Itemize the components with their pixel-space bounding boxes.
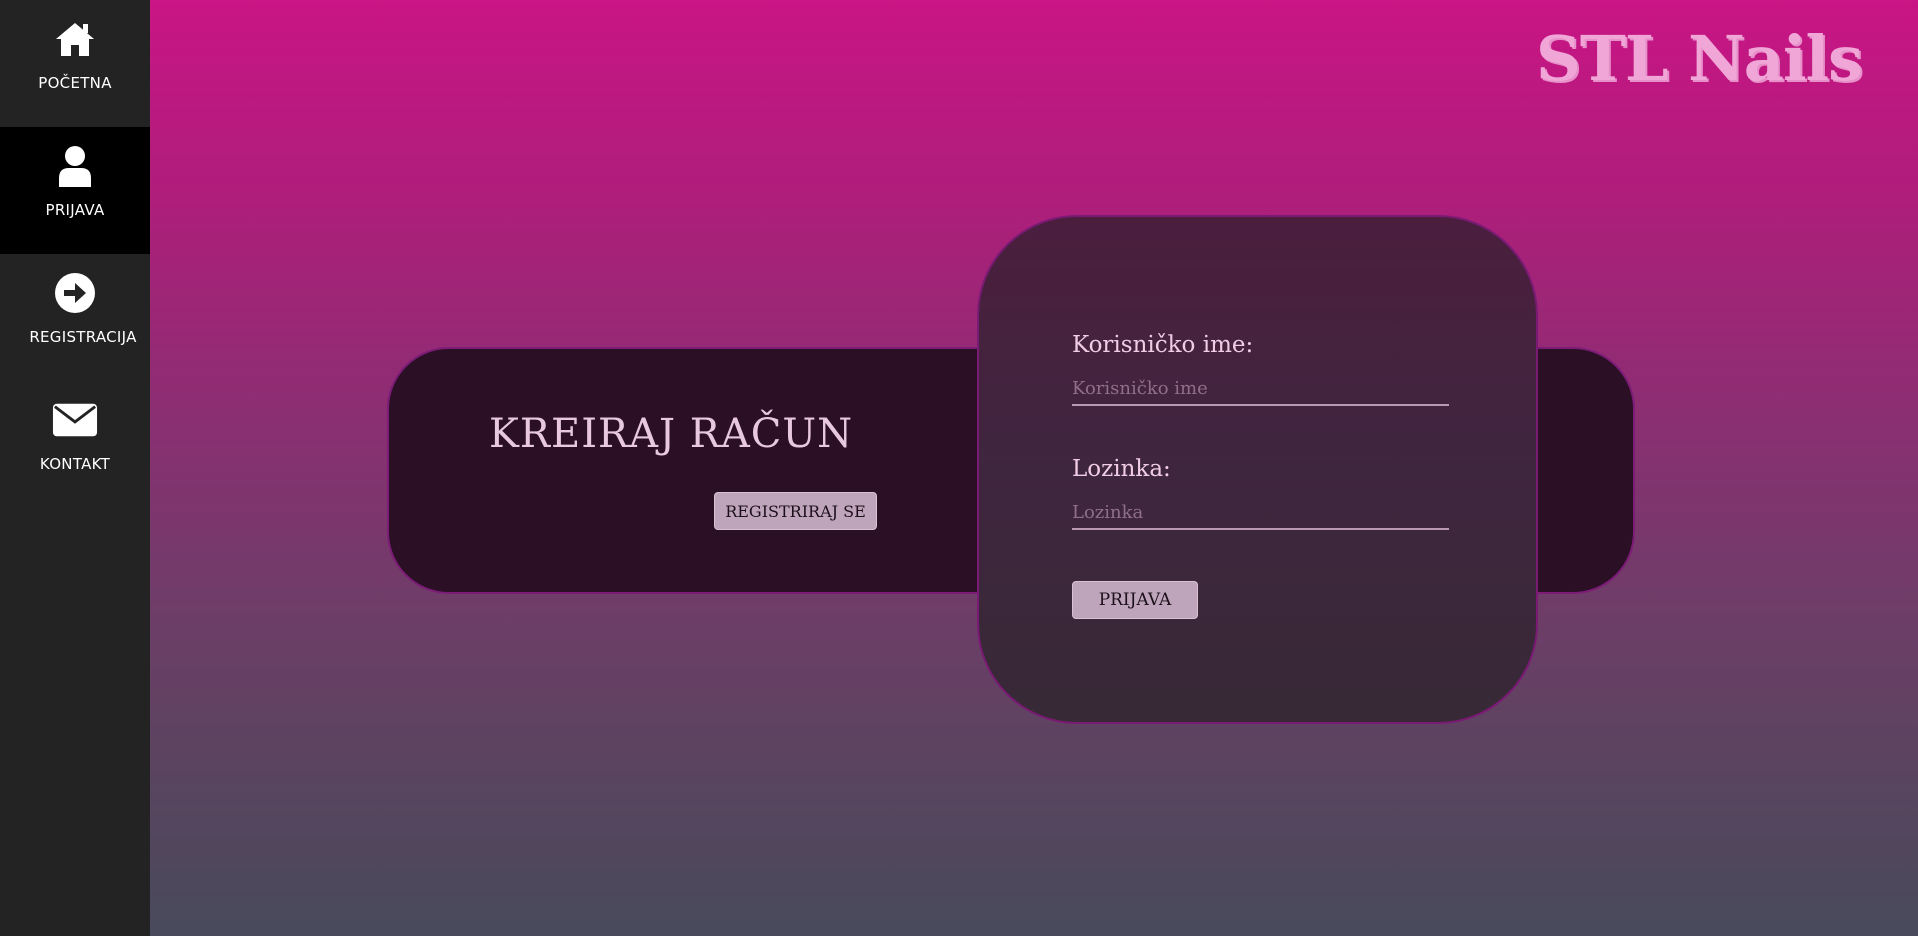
password-input[interactable] xyxy=(1072,496,1449,530)
login-form: Korisničko ime: Lozinka: PRIJAVA xyxy=(977,215,1538,724)
brand-logo[interactable]: STL Nails xyxy=(1536,22,1863,95)
register-title: KREIRAJ RAČUN xyxy=(489,411,854,457)
sidebar-item-kontakt[interactable]: KONTAKT xyxy=(0,381,150,508)
username-label: Korisničko ime: xyxy=(1072,332,1254,358)
password-label: Lozinka: xyxy=(1072,456,1171,482)
envelope-icon xyxy=(52,397,98,443)
username-input[interactable] xyxy=(1072,372,1449,406)
main-content: STL Nails KREIRAJ RAČUN REGISTRIRAJ SE K… xyxy=(150,0,1918,936)
sidebar: POČETNA PRIJAVA REGISTRACIJA KONTAKT xyxy=(0,0,150,936)
sidebar-item-label: KONTAKT xyxy=(39,455,111,473)
home-icon xyxy=(52,16,98,62)
sidebar-item-pocetna[interactable]: POČETNA xyxy=(0,0,150,127)
sidebar-item-registracija[interactable]: REGISTRACIJA xyxy=(0,254,150,381)
sidebar-item-label: PRIJAVA xyxy=(45,201,105,219)
user-icon xyxy=(52,143,98,189)
register-button[interactable]: REGISTRIRAJ SE xyxy=(714,492,877,530)
sidebar-item-prijava[interactable]: PRIJAVA xyxy=(0,127,150,254)
sidebar-item-label: POČETNA xyxy=(38,74,112,92)
login-button[interactable]: PRIJAVA xyxy=(1072,581,1198,619)
sidebar-item-label: REGISTRACIJA xyxy=(29,328,137,346)
arrow-right-circle-icon xyxy=(52,270,98,316)
